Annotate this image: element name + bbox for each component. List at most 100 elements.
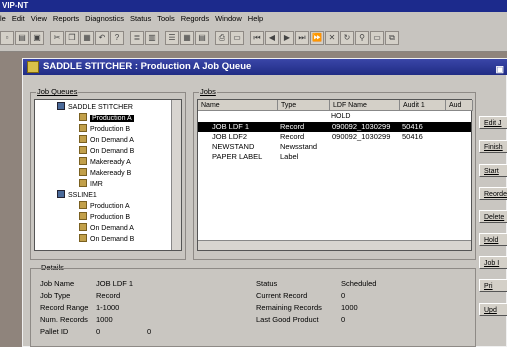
column-header-type[interactable]: Type bbox=[278, 100, 330, 111]
network-icon[interactable]: ⧉ bbox=[385, 30, 399, 45]
next-icon[interactable]: ▶ bbox=[280, 30, 294, 45]
help-icon[interactable]: ? bbox=[110, 30, 124, 45]
menu-view[interactable]: View bbox=[31, 14, 47, 23]
refresh-icon[interactable]: ↻ bbox=[340, 30, 354, 45]
hold-marker: HOLD bbox=[331, 113, 351, 120]
computer-icon bbox=[57, 102, 65, 110]
window-title: SADDLE STITCHER : Production A Job Queue bbox=[43, 61, 252, 72]
grid-icon[interactable]: ▦ bbox=[180, 30, 194, 45]
menu-edit[interactable]: Edit bbox=[12, 14, 25, 23]
table-icon[interactable]: ▤ bbox=[195, 30, 209, 45]
tree-item-on-demand-b[interactable]: On Demand B bbox=[79, 146, 134, 157]
detail-key: Last Good Product bbox=[256, 315, 319, 324]
print-button[interactable]: Pri bbox=[479, 279, 507, 292]
edit-job-button[interactable]: Edit J bbox=[479, 116, 507, 129]
jobs-label: Jobs bbox=[199, 87, 217, 96]
delete-button[interactable]: Delete bbox=[479, 210, 507, 223]
column-header-ldf-name[interactable]: LDF Name bbox=[330, 100, 400, 111]
toolbar-separator bbox=[160, 31, 164, 45]
column-header-audit1[interactable]: Audit 1 bbox=[400, 100, 446, 111]
queue-icon[interactable]: ≣ bbox=[130, 30, 144, 45]
menu-file[interactable]: le bbox=[0, 14, 6, 23]
tree-item-production-b-2[interactable]: Production B bbox=[79, 212, 130, 223]
save-icon[interactable]: ▣ bbox=[30, 30, 44, 45]
detail-key: Num. Records bbox=[40, 315, 88, 324]
column-header-name[interactable]: Name bbox=[198, 100, 278, 111]
table-row[interactable]: JOB LDF 1 Record 090092_1030299 50416 bbox=[198, 122, 471, 132]
table-row[interactable]: PAPER LABEL Label bbox=[198, 152, 471, 162]
tree-item-saddle-stitcher[interactable]: SADDLE STITCHER bbox=[57, 102, 133, 113]
print-icon[interactable]: ⎙ bbox=[215, 30, 229, 45]
job-queues-tree[interactable]: SADDLE STITCHER Production A Production … bbox=[34, 99, 182, 251]
detail-value: Record bbox=[96, 291, 121, 300]
tree-item-on-demand-a-2[interactable]: On Demand A bbox=[79, 223, 134, 234]
copy-icon[interactable]: ❐ bbox=[65, 30, 79, 45]
new-icon[interactable]: ▫ bbox=[0, 30, 14, 45]
prev-icon[interactable]: ◀ bbox=[265, 30, 279, 45]
app-icon bbox=[27, 61, 39, 73]
column-header-aud[interactable]: Aud bbox=[446, 100, 473, 111]
list-icon[interactable]: ☰ bbox=[165, 30, 179, 45]
tree-scrollbar[interactable] bbox=[171, 100, 181, 250]
monitor-icon[interactable]: ▭ bbox=[370, 30, 384, 45]
menu-records[interactable]: Regords bbox=[181, 14, 209, 23]
tree-item-production-a-2[interactable]: Production A bbox=[79, 201, 130, 212]
forward-icon[interactable]: ⏩ bbox=[310, 30, 324, 45]
toolbar-separator bbox=[245, 31, 249, 45]
binoculars-icon[interactable]: ⚲ bbox=[355, 30, 369, 45]
tree-item-ssline1[interactable]: SSLINE1 bbox=[57, 190, 97, 201]
cancel-icon[interactable]: ✕ bbox=[325, 30, 339, 45]
menu-window[interactable]: Window bbox=[215, 14, 242, 23]
hold-button[interactable]: Hold bbox=[479, 233, 507, 246]
start-button[interactable]: Start bbox=[479, 164, 507, 177]
tree-item-on-demand-a[interactable]: On Demand A bbox=[79, 135, 134, 146]
detail-key: Status bbox=[256, 279, 278, 288]
table-row[interactable]: JOB LDF2 Record 090092_1030299 50416 bbox=[198, 132, 471, 142]
jobs-horizontal-scrollbar[interactable] bbox=[198, 240, 471, 250]
tree-item-imr[interactable]: IMR bbox=[79, 179, 103, 190]
queue-icon bbox=[79, 234, 87, 242]
menu-reports[interactable]: Reports bbox=[53, 14, 79, 23]
tree-item-on-demand-b-2[interactable]: On Demand B bbox=[79, 234, 134, 245]
detail-key: Job Type bbox=[40, 291, 71, 300]
detail-value: JOB LDF 1 bbox=[96, 279, 134, 288]
detail-value: 0 bbox=[96, 327, 101, 336]
detail-key: Pallet ID bbox=[40, 327, 69, 336]
close-icon[interactable]: ▣ bbox=[495, 61, 504, 77]
detail-value: 1000 bbox=[341, 303, 358, 312]
paste-icon[interactable]: ▦ bbox=[80, 30, 94, 45]
jobs-list[interactable]: Name Type LDF Name Audit 1 Aud HOLD JOB … bbox=[197, 99, 473, 251]
detail-value: 1000 bbox=[96, 315, 113, 324]
queue-icon bbox=[79, 223, 87, 231]
job-info-button[interactable]: Job I bbox=[479, 256, 507, 269]
detail-key: Record Range bbox=[40, 303, 89, 312]
menu-status[interactable]: Status bbox=[130, 14, 151, 23]
menu-tools[interactable]: Tools bbox=[157, 14, 175, 23]
queue-icon bbox=[79, 179, 87, 187]
first-icon[interactable]: ⏮ bbox=[250, 30, 264, 45]
last-icon[interactable]: ⏭ bbox=[295, 30, 309, 45]
tree-item-production-b[interactable]: Production B bbox=[79, 124, 130, 135]
cut-icon[interactable]: ✂ bbox=[50, 30, 64, 45]
computer-icon bbox=[57, 190, 65, 198]
queue-icon bbox=[79, 113, 87, 121]
toolbar-separator bbox=[210, 31, 214, 45]
open-icon[interactable]: ▤ bbox=[15, 30, 29, 45]
queue-icon bbox=[79, 212, 87, 220]
detail-key: Remaining Records bbox=[256, 303, 322, 312]
tree-item-makeready-a[interactable]: Makeready A bbox=[79, 157, 131, 168]
tree-item-production-a[interactable]: Production A bbox=[79, 113, 134, 124]
toolbar-separator bbox=[45, 31, 49, 45]
table-row[interactable]: NEWSTAND Newsstand bbox=[198, 142, 471, 152]
queue-icon bbox=[79, 124, 87, 132]
tree-item-makeready-b[interactable]: Makeready B bbox=[79, 168, 131, 179]
update-button[interactable]: Upd bbox=[479, 303, 507, 316]
queue-icon bbox=[79, 168, 87, 176]
menu-help[interactable]: Help bbox=[248, 14, 263, 23]
chart-icon[interactable]: ▥ bbox=[145, 30, 159, 45]
menu-diagnostics[interactable]: Diagnostics bbox=[85, 14, 124, 23]
reorder-button[interactable]: Reorde bbox=[479, 187, 507, 200]
finish-button[interactable]: Finish bbox=[479, 140, 507, 153]
preview-icon[interactable]: ▭ bbox=[230, 30, 244, 45]
undo-icon[interactable]: ↶ bbox=[95, 30, 109, 45]
